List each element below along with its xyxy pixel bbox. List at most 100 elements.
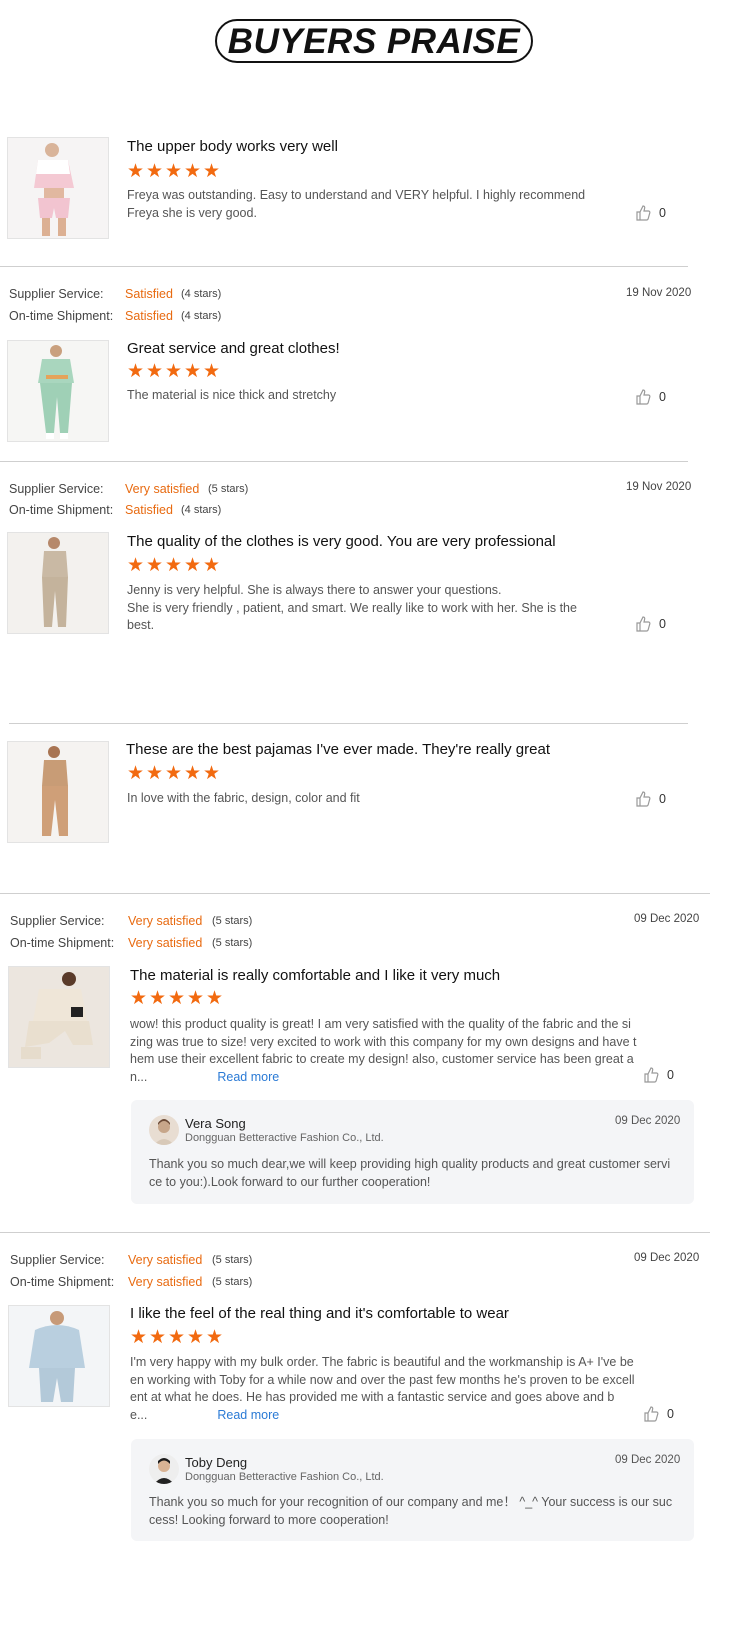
product-thumbnail[interactable] [8,1305,110,1407]
supplier-service-value: Very satisfied [128,1253,203,1267]
on-time-shipment-stars: (4 stars) [181,310,222,322]
divider [0,461,688,462]
star-rating: ★ ★ ★ ★ ★ [127,161,221,182]
review-body: Freya was outstanding. Easy to understan… [127,188,586,220]
review-title: Great service and great clothes! [127,340,340,357]
review-title: The material is really comfortable and I… [130,967,501,984]
star-icon: ★ [187,1327,205,1348]
review-title: The upper body works very well [127,138,338,155]
star-icon: ★ [127,161,145,182]
like-button[interactable]: 0 [635,616,666,632]
review-date: 09 Dec 2020 [634,913,700,925]
star-icon: ★ [184,161,202,182]
star-icon: ★ [168,988,186,1009]
star-icon: ★ [206,988,224,1009]
product-thumbnail[interactable] [8,966,110,1068]
page-title: BUYERS PRAISE [227,21,521,61]
like-count: 0 [659,792,666,806]
review-body: In love with the fabric, design, color a… [127,791,360,805]
star-icon: ★ [184,361,202,382]
review-body: The material is nice thick and stretchy [127,388,337,402]
reply-author-company: Dongguan Betteractive Fashion Co., Ltd. [185,1471,384,1483]
review-body: Jenny is very helpful. She is always the… [127,583,577,632]
star-rating: ★ ★ ★ ★ ★ [130,1327,224,1348]
reply-text: Thank you so much dear,we will keep prov… [149,1157,671,1189]
product-thumbnail[interactable] [7,137,109,239]
product-thumbnail[interactable] [7,340,109,442]
read-more-link[interactable]: Read more [217,1408,279,1422]
thumbs-up-icon [636,205,651,221]
supplier-service-label: Supplier Service: [9,482,104,496]
on-time-shipment-label: On-time Shipment: [10,1275,115,1289]
like-count: 0 [667,1068,674,1082]
star-icon: ★ [203,161,221,182]
like-count: 0 [659,617,666,631]
thumbs-up-icon [636,791,651,807]
star-icon: ★ [146,555,164,576]
supplier-service-stars: (4 stars) [181,288,222,300]
thumbs-up-icon [644,1067,659,1083]
supplier-service-label: Supplier Service: [10,914,105,928]
review-title: These are the best pajamas I've ever mad… [126,741,550,758]
like-button[interactable]: 0 [635,389,666,405]
star-icon: ★ [149,988,167,1009]
star-icon: ★ [203,361,221,382]
review-title: The quality of the clothes is very good.… [127,533,556,550]
like-button[interactable]: 0 [643,1406,674,1422]
on-time-shipment-value: Satisfied [125,503,173,517]
avatar [149,1115,179,1145]
thumbs-up-icon [636,616,651,632]
star-icon: ★ [130,988,148,1009]
star-icon: ★ [165,161,183,182]
supplier-reply: Vera Song Dongguan Betteractive Fashion … [131,1100,694,1204]
on-time-shipment-stars: (4 stars) [181,504,222,516]
supplier-service-stars: (5 stars) [208,483,249,495]
star-icon: ★ [127,763,145,784]
divider [0,266,688,267]
review-date: 19 Nov 2020 [626,481,692,493]
supplier-service-label: Supplier Service: [9,287,104,301]
like-count: 0 [659,390,666,404]
reply-author-name: Vera Song [185,1116,246,1131]
on-time-shipment-stars: (5 stars) [212,937,253,949]
review-body: I'm very happy with my bulk order. The f… [130,1354,650,1424]
star-icon: ★ [130,1327,148,1348]
supplier-service-value: Satisfied [125,287,173,301]
star-rating: ★ ★ ★ ★ ★ [127,555,220,576]
section-header: BUYERS PRAISE [215,19,533,63]
supplier-service-value: Very satisfied [128,914,203,928]
star-icon: ★ [168,1327,186,1348]
supplier-service-value: Very satisfied [125,482,200,496]
on-time-shipment-value: Satisfied [125,309,173,323]
star-icon: ★ [127,361,145,382]
star-icon: ★ [206,1327,224,1348]
star-rating: ★ ★ ★ ★ ★ [127,763,220,784]
review-body-text: I'm very happy with my bulk order. The f… [130,1355,635,1422]
like-button[interactable]: 0 [635,791,666,807]
avatar [149,1454,179,1484]
review-body: wow! this product quality is great! I am… [130,1016,650,1086]
on-time-shipment-label: On-time Shipment: [9,503,114,517]
like-button[interactable]: 0 [643,1067,674,1083]
star-icon: ★ [127,555,145,576]
like-button[interactable]: 0 [635,205,666,221]
review-date: 19 Nov 2020 [626,287,692,299]
star-rating: ★ ★ ★ ★ ★ [130,988,224,1009]
like-count: 0 [659,206,666,220]
supplier-service-label: Supplier Service: [10,1253,105,1267]
thumbs-up-icon [644,1406,659,1422]
product-thumbnail[interactable] [7,532,109,634]
star-icon: ★ [184,555,202,576]
star-icon: ★ [146,763,164,784]
thumbs-up-icon [636,389,651,405]
review-title: I like the feel of the real thing and it… [130,1305,509,1322]
product-thumbnail[interactable] [7,741,109,843]
on-time-shipment-label: On-time Shipment: [10,936,115,950]
star-icon: ★ [165,361,183,382]
reply-author-name: Toby Deng [185,1455,248,1470]
reply-date: 09 Dec 2020 [615,1454,681,1466]
divider [0,893,710,894]
read-more-link[interactable]: Read more [217,1070,279,1084]
star-icon: ★ [165,555,183,576]
star-icon: ★ [187,988,205,1009]
